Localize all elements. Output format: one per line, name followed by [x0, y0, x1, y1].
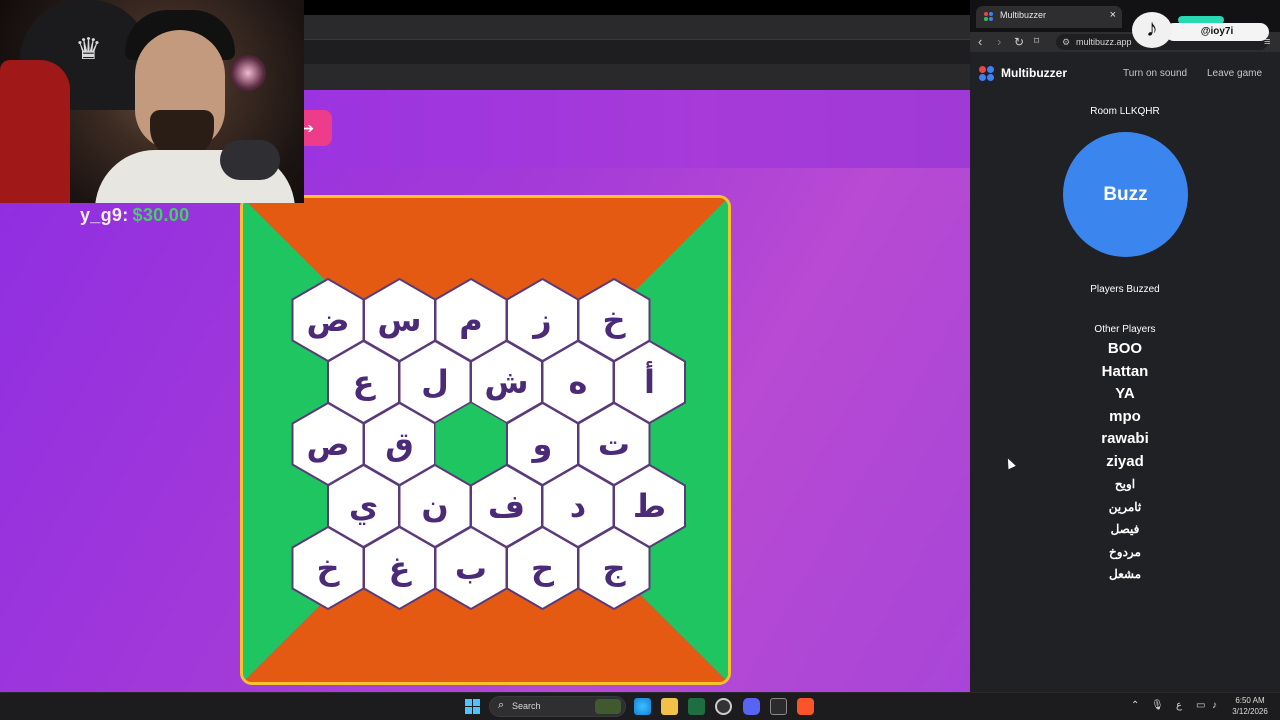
other-players-heading: Other Players — [1094, 324, 1156, 335]
tiktok-logo-icon: ♪ — [1132, 12, 1172, 48]
clock-time[interactable]: 6:50 AM — [1230, 696, 1270, 705]
tab-multibuzzer[interactable]: Multibuzzer × — [976, 6, 1122, 28]
player-item: مردوخ — [1109, 544, 1141, 559]
leave-game-link[interactable]: Leave game — [1207, 68, 1262, 79]
search-icon: ⌕ — [498, 699, 505, 711]
crown-icon: ♛ — [75, 33, 102, 66]
excel-icon[interactable] — [688, 698, 705, 715]
brave-icon[interactable] — [797, 698, 814, 715]
forward-icon[interactable]: › — [997, 34, 1001, 50]
hex-letter: ح — [531, 549, 555, 587]
player-item: ziyad — [1106, 452, 1144, 470]
search-highlight-icon — [595, 699, 621, 714]
tiktok-handle: @ioy7i — [1165, 23, 1269, 41]
arrow-right-icon: ➔ — [302, 120, 314, 136]
windows-start-icon[interactable] — [465, 699, 480, 714]
player-item: BOO — [1107, 340, 1143, 357]
bookmark-icon[interactable]: ⌑ — [1034, 34, 1039, 50]
hex-letter: خ — [602, 301, 626, 339]
player-item: مشعل — [1108, 567, 1141, 581]
game-browser-bookmarks — [304, 64, 970, 90]
clock-date[interactable]: 3/12/2026 — [1230, 707, 1270, 716]
hex-letter: أ — [644, 361, 655, 401]
player-item: فيصل — [1110, 522, 1140, 536]
hex-letter: م — [459, 301, 482, 339]
tab-title: Multibuzzer — [1000, 10, 1047, 20]
network-icon[interactable]: ▭ — [1196, 700, 1205, 711]
taskbar-search[interactable]: ⌕ Search — [489, 696, 626, 717]
back-icon[interactable]: ‹ — [978, 34, 982, 50]
donation-alert: y_g9: $30.00 — [80, 205, 189, 226]
hex-letter: ع — [353, 363, 377, 401]
taskbar: ⌕ Search ⌃ 🎙 ع ▭ ♪ 6:50 AM 3/12/2026 — [0, 692, 1280, 720]
hex-letter: ج — [602, 549, 626, 587]
search-placeholder: Search — [512, 701, 541, 711]
donation-user: y_g9: — [80, 205, 129, 225]
url-text: multibuzz.app — [1076, 37, 1132, 47]
hex-letter: ق — [385, 425, 414, 463]
room-code: Room LLKQHR — [1090, 106, 1160, 117]
players-list: BOO Hattan YA mpo rawabi ziyad اويح ثامرين فيصل م… — [970, 338, 1280, 586]
donation-amount: $30.00 — [132, 205, 190, 225]
mic-tray-icon[interactable]: 🎙 — [1151, 700, 1164, 711]
hex-letter: ز — [531, 301, 551, 339]
volume-icon[interactable]: ♪ — [1212, 700, 1217, 711]
hex-letter: س — [377, 301, 421, 339]
tray-chevron-icon[interactable]: ⌃ — [1131, 700, 1139, 711]
player-item: YA — [1115, 385, 1135, 402]
discord-icon[interactable] — [743, 698, 760, 715]
buzz-button[interactable]: Buzz — [1063, 132, 1188, 257]
hex-letter: ط — [633, 487, 666, 525]
hex-letter: ب — [455, 549, 487, 587]
language-indicator[interactable]: ع — [1176, 700, 1182, 711]
player-item: rawabi — [1101, 430, 1149, 447]
hex-letter: ش — [484, 363, 528, 401]
turn-on-sound-link[interactable]: Turn on sound — [1123, 68, 1187, 79]
hex-letter: ص — [306, 425, 349, 463]
player-item: ثامرين — [1108, 499, 1142, 514]
hex-letter: ض — [306, 301, 349, 339]
game-board: ضسم ز خ ع لش ه أ صق و ت ي ن ف د ط خ غ ب ح ج — [240, 195, 731, 685]
file-explorer-icon[interactable] — [661, 698, 678, 715]
multibuzzer-window: Multibuzzer × ‹ › ↻ ⌑ ⚙ multibuzz.app ≡ … — [970, 0, 1280, 692]
game-window-topbar — [304, 0, 970, 15]
game-browser-tabbar — [304, 15, 970, 40]
multibuzzer-favicon-icon — [984, 12, 994, 22]
app-header: Multibuzzer Turn on sound Leave game — [970, 52, 1280, 96]
hex-letter: ت — [598, 425, 630, 463]
hex-letter: د — [570, 487, 586, 525]
player-item: mpo — [1109, 407, 1141, 425]
hex-letter: و — [531, 425, 553, 463]
player-item: اويح — [1114, 477, 1136, 491]
player-item: Hattan — [1101, 362, 1149, 380]
brand-name: Multibuzzer — [1001, 66, 1067, 80]
microphone — [220, 140, 280, 180]
game-header — [304, 90, 970, 168]
webcam-feed: ♛ — [0, 0, 304, 203]
multibuzzer-logo-icon — [979, 66, 995, 82]
hex-letter: ل — [421, 363, 449, 401]
hex-letter: ف — [488, 487, 525, 525]
hex-letter: ي — [349, 487, 378, 525]
hex-letter: ن — [421, 487, 448, 525]
reload-icon[interactable]: ↻ — [1014, 34, 1024, 50]
hex-letter: خ — [316, 549, 340, 587]
terminal-icon[interactable] — [770, 698, 787, 715]
players-buzzed-heading: Players Buzzed — [1090, 284, 1160, 295]
hex-letter: ه — [569, 363, 588, 401]
hex-letter: غ — [389, 549, 413, 587]
edge-icon[interactable] — [634, 698, 651, 715]
hex-grid: ض س م ز خ ع ل ش ه أ ص ق و ت ي ن ف د ط خ غ ب ح ج — [243, 198, 728, 682]
obs-icon[interactable] — [715, 698, 732, 715]
game-browser-addressbar — [304, 40, 970, 64]
close-tab-icon[interactable]: × — [1110, 9, 1116, 21]
site-settings-icon[interactable]: ⚙ — [1062, 34, 1070, 50]
